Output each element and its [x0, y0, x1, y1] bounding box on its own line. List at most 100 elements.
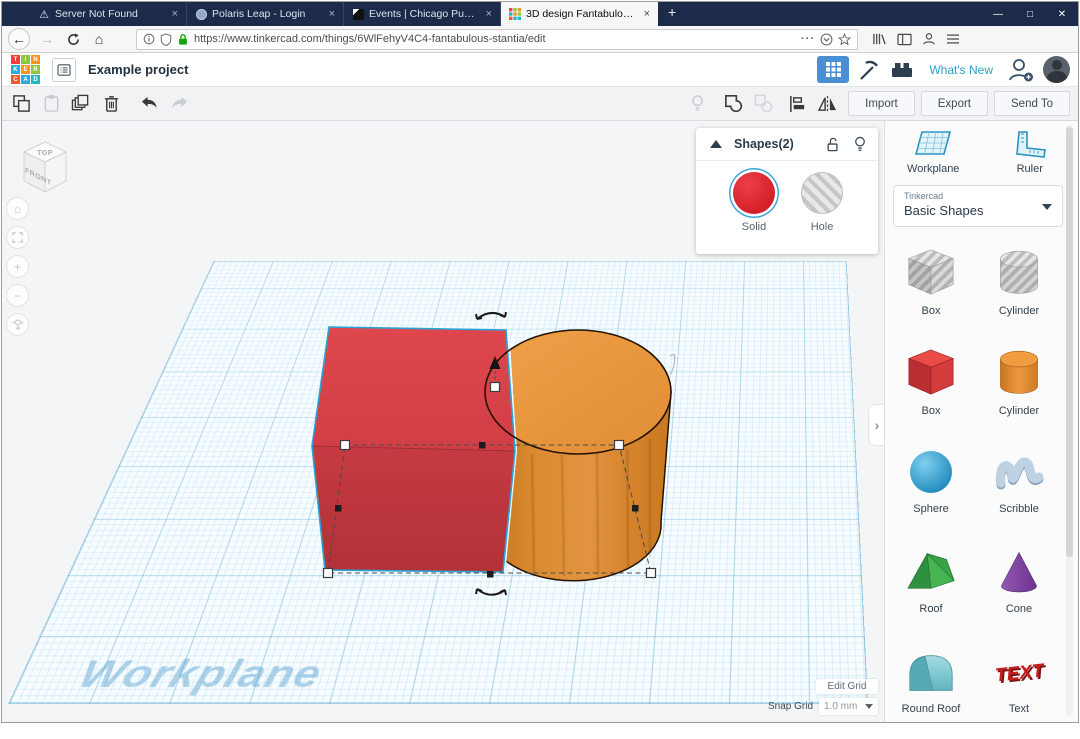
library-brand: Tinkercad [904, 191, 1052, 201]
sidebar-collapse-chevron[interactable]: › [868, 404, 885, 446]
hole-option[interactable]: Hole [792, 172, 852, 233]
hole-swatch[interactable] [801, 172, 843, 214]
shape-tile-roof[interactable]: Roof [887, 539, 975, 639]
tab-server-not-found[interactable]: ⚠ Server Not Found × [30, 2, 187, 26]
shape-tile-cylinder-hole[interactable]: Cylinder [975, 239, 1063, 339]
back-button[interactable]: ← [8, 28, 30, 50]
rotate-handle-top[interactable] [476, 312, 506, 319]
snap-grid-value: 1.0 mm [824, 701, 857, 712]
library-icon[interactable] [872, 32, 887, 46]
zoom-in-button[interactable]: + [6, 255, 29, 278]
align-icon[interactable] [782, 91, 812, 117]
shape-tile-label: Cylinder [999, 405, 1039, 417]
home-button[interactable]: ⌂ [86, 28, 112, 50]
send-to-button[interactable]: Send To [994, 91, 1070, 116]
navbar-right-icons [872, 32, 960, 46]
menu-icon[interactable] [946, 33, 960, 45]
undo-icon[interactable] [134, 91, 164, 117]
tab-close-icon[interactable]: × [484, 8, 494, 20]
tinkercad-icon [509, 8, 521, 20]
pocket-icon[interactable] [820, 33, 833, 46]
shield-icon[interactable] [160, 33, 172, 46]
maximize-button[interactable]: □ [1014, 2, 1046, 26]
ungroup-icon[interactable] [748, 91, 778, 117]
shape-tile-cylinder-solid[interactable]: Cylinder [975, 339, 1063, 439]
ruler-tool[interactable]: Ruler [990, 129, 1070, 175]
shape-tile-text[interactable]: TEXT TEXT Text [975, 639, 1063, 739]
fit-view-button[interactable] [6, 226, 29, 249]
solid-swatch[interactable] [733, 172, 775, 214]
redo-icon[interactable] [164, 91, 194, 117]
blocks-view-button[interactable] [817, 56, 849, 83]
collapse-panel-icon[interactable] [710, 140, 722, 148]
shape-tile-box-hole[interactable]: Box [887, 239, 975, 339]
site-logo-icon [352, 8, 364, 20]
reload-button[interactable] [60, 28, 86, 50]
rotate-handle-side[interactable] [670, 354, 675, 375]
workplane-tool[interactable]: Workplane [893, 129, 973, 175]
group-icon[interactable] [718, 91, 748, 117]
shape-tile-box-solid[interactable]: Box [887, 339, 975, 439]
tab-title: Events | Chicago Public Library [369, 8, 479, 20]
forward-button[interactable]: → [34, 28, 60, 50]
shape-tile-sphere[interactable]: Sphere [887, 439, 975, 539]
tab-close-icon[interactable]: × [642, 8, 652, 20]
info-icon[interactable] [143, 33, 155, 45]
shape-tile-label: Round Roof [902, 703, 961, 715]
new-tab-button[interactable]: + [658, 2, 686, 26]
perspective-toggle-button[interactable] [6, 313, 29, 336]
delete-icon[interactable] [96, 91, 126, 117]
duplicate-icon[interactable] [66, 91, 96, 117]
hole-label: Hole [792, 221, 852, 233]
tab-close-icon[interactable]: × [327, 8, 337, 20]
shape-library-select[interactable]: Tinkercad Basic Shapes [893, 185, 1063, 227]
url-bar[interactable]: https://www.tinkercad.com/things/6WlFehy… [136, 29, 858, 50]
whats-new-link[interactable]: What's New [929, 63, 993, 77]
minimize-button[interactable]: — [982, 2, 1014, 26]
avatar[interactable] [1043, 56, 1070, 83]
shape-tile-round-roof[interactable]: Round Roof [887, 639, 975, 739]
bookmark-star-icon[interactable] [838, 33, 851, 46]
shape-tile-label: Sphere [913, 503, 948, 515]
minecraft-pickaxe-icon[interactable] [857, 58, 881, 82]
paste-icon[interactable] [36, 91, 66, 117]
import-button[interactable]: Import [848, 91, 915, 116]
export-button[interactable]: Export [921, 91, 988, 116]
mirror-icon[interactable] [812, 91, 842, 117]
unlock-icon[interactable] [826, 137, 840, 152]
tab-tinkercad-active[interactable]: 3D design Fantabulous Stantia × [501, 2, 658, 26]
tab-chicago-library[interactable]: Events | Chicago Public Library × [344, 2, 501, 26]
snap-grid-select[interactable]: 1.0 mm [819, 698, 878, 715]
tinkercad-logo[interactable]: T I N K E R C A D [11, 55, 40, 84]
logo-tile: K [11, 65, 20, 74]
show-all-icon[interactable] [682, 91, 712, 117]
shape-tile-label: Box [922, 305, 941, 317]
home-view-button[interactable]: ⌂ [6, 197, 29, 220]
bricks-icon[interactable] [889, 59, 915, 81]
project-title[interactable]: Example project [88, 62, 188, 77]
lightbulb-icon[interactable] [854, 136, 866, 152]
view-cube[interactable]: TOP FRONT [18, 134, 72, 198]
3d-viewport[interactable]: Workplane [2, 121, 884, 722]
solid-option[interactable]: Solid [724, 172, 784, 233]
sidebar-scrollbar[interactable] [1066, 125, 1073, 717]
logo-tile: T [11, 55, 20, 64]
shape-tile-scribble[interactable]: Scribble [975, 439, 1063, 539]
shape-tile-label: Cone [1006, 603, 1032, 615]
close-button[interactable]: ✕ [1046, 2, 1078, 26]
page-actions-icon[interactable]: ··· [801, 33, 815, 45]
edit-grid-button[interactable]: Edit Grid [816, 679, 878, 694]
zoom-out-button[interactable]: − [6, 284, 29, 307]
rotate-handle-bottom[interactable] [476, 589, 506, 595]
browser-navbar: ← → ⌂ https://www.tinkercad.com/things/6… [2, 26, 1078, 53]
copy-icon[interactable] [6, 91, 36, 117]
tab-polaris-leap[interactable]: Polaris Leap - Login × [187, 2, 344, 26]
tab-close-icon[interactable]: × [170, 8, 180, 20]
shape-tile-cone[interactable]: Cone [975, 539, 1063, 639]
sidebars-icon[interactable] [897, 33, 912, 46]
logo-tile: D [31, 75, 40, 84]
invite-person-add-icon[interactable] [1007, 57, 1035, 83]
account-icon[interactable] [922, 32, 936, 46]
scrollbar-thumb[interactable] [1066, 127, 1073, 557]
design-properties-button[interactable] [52, 58, 76, 82]
